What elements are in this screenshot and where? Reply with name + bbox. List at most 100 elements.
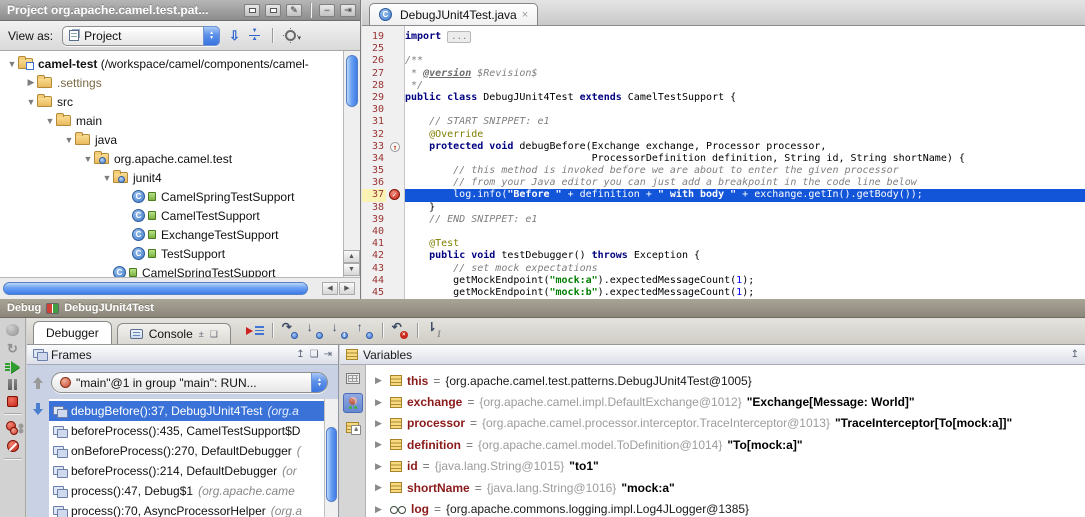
tree-expander-icon[interactable]: ▼ [82, 154, 94, 164]
expand-triangle-icon[interactable]: ▶ [375, 461, 385, 472]
dock-icon[interactable]: ⇥ [340, 4, 356, 17]
tree-item[interactable]: ▼main [0, 111, 343, 130]
expand-triangle-icon[interactable]: ▶ [375, 418, 385, 429]
previous-frame-button[interactable] [33, 377, 44, 390]
project-horizontal-scrollbar[interactable]: ◀ ▶ [0, 277, 360, 299]
code-line[interactable]: 27 * @version $Revision$ [362, 68, 1085, 80]
code-line[interactable]: 28 */ [362, 80, 1085, 92]
scroll-right-button[interactable]: ▶ [339, 282, 355, 295]
tree-item[interactable]: CCamelSpringTestSupport [0, 263, 343, 277]
pop-frame-button[interactable]: ↶× [389, 321, 411, 341]
tree-item[interactable]: ▼junit4 [0, 168, 343, 187]
tree-expander-icon[interactable]: ▼ [63, 135, 75, 145]
tree-item[interactable]: CExchangeTestSupport [0, 225, 343, 244]
scroll-left-button[interactable]: ◀ [322, 282, 338, 295]
tree-item[interactable]: ▼org.apache.camel.test [0, 149, 343, 168]
override-method-icon[interactable]: ↑ [390, 142, 400, 152]
minimize-icon[interactable]: – [319, 4, 335, 17]
next-frame-button[interactable] [33, 402, 44, 415]
frame-row[interactable]: process():47, Debug$1 (org.apache.came [49, 481, 324, 501]
rerun-button[interactable]: ↻ [7, 342, 18, 355]
stop-button[interactable] [7, 396, 18, 407]
view-breakpoints-button[interactable] [6, 420, 20, 434]
editor-body[interactable]: 19import ...2526/**27 * @version $Revisi… [362, 26, 1085, 299]
tree-item[interactable]: CTestSupport [0, 244, 343, 263]
editor-tab[interactable]: C DebugJUnit4Test.java × [369, 3, 538, 25]
code-line[interactable]: 38 } [362, 202, 1085, 214]
expand-triangle-icon[interactable]: ▶ [375, 375, 385, 386]
variable-row[interactable]: ▶this = {org.apache.camel.test.patterns.… [366, 370, 1085, 391]
scroll-thumb[interactable] [346, 55, 358, 107]
auto-variables-button[interactable] [346, 422, 359, 433]
close-tab-icon[interactable]: × [522, 9, 528, 21]
variable-row[interactable]: ▶exchange = {org.apache.camel.impl.Defau… [366, 391, 1085, 412]
tab-console[interactable]: Console ± ❏ [117, 323, 231, 344]
tree-expander-icon[interactable]: ▼ [25, 97, 37, 107]
step-into-button[interactable]: ↓ [304, 321, 326, 341]
tree-item[interactable]: CCamelSpringTestSupport [0, 187, 343, 206]
show-execution-point-button[interactable] [244, 321, 266, 341]
frame-row[interactable]: onBeforeProcess():270, DefaultDebugger ( [49, 441, 324, 461]
expand-triangle-icon[interactable]: ▶ [375, 482, 385, 493]
tree-item[interactable]: ▼src [0, 92, 343, 111]
tree-expander-icon[interactable]: ▼ [6, 59, 18, 69]
variable-row[interactable]: ▶id = {java.lang.String@1015}"to1" [366, 456, 1085, 477]
frames-scrollbar[interactable] [324, 399, 338, 517]
code-line[interactable]: 26/** [362, 55, 1085, 67]
cascade-windows-icon[interactable] [244, 4, 260, 17]
code-line[interactable]: 30 [362, 104, 1085, 116]
project-vertical-scrollbar[interactable]: ▲ ▼ [343, 51, 360, 277]
code-line[interactable]: 43 // set mock expectations [362, 263, 1085, 275]
tab-debugger[interactable]: Debugger [33, 321, 112, 344]
code-line[interactable]: 36 // from your Java editor you can just… [362, 177, 1085, 189]
code-line[interactable]: 32 @Override [362, 129, 1085, 141]
watches-button[interactable] [343, 393, 363, 413]
tree-item[interactable]: ▼camel-test (/workspace/camel/components… [0, 54, 343, 73]
code-line[interactable]: 39 // END SNIPPET: e1 [362, 214, 1085, 226]
force-step-into-button[interactable]: ↓! [329, 321, 351, 341]
settings-gear-icon[interactable] [285, 30, 296, 41]
scroll-up-button[interactable]: ▲ [343, 250, 360, 263]
scroll-thumb[interactable] [3, 282, 308, 295]
scroll-from-source-icon[interactable]: ⇩ [229, 31, 240, 41]
run-to-cursor-button[interactable]: ⇂I [424, 321, 446, 341]
step-over-button[interactable]: ↷ [279, 321, 301, 341]
expand-triangle-icon[interactable]: ▶ [375, 397, 385, 408]
thread-dropdown[interactable]: "main"@1 in group "main": RUN... ▲▼ [51, 372, 328, 393]
tree-expander-icon[interactable]: ▼ [101, 173, 113, 183]
dock-right-icon[interactable]: ⇥ [324, 349, 332, 360]
scroll-down-button[interactable]: ▼ [343, 263, 360, 276]
pin-icon[interactable]: ✎ [286, 4, 302, 17]
variable-row[interactable]: ▶processor = {org.apache.camel.processor… [366, 413, 1085, 434]
tree-expander-icon[interactable]: ▶ [25, 77, 37, 88]
code-line[interactable]: 29public class DebugJUnit4Test extends C… [362, 92, 1085, 104]
variable-row[interactable]: ▶log = {org.apache.commons.logging.impl.… [366, 498, 1085, 517]
step-out-button[interactable]: ↑ [354, 321, 376, 341]
tree-expander-icon[interactable]: ▼ [44, 116, 56, 126]
code-line[interactable]: 37✓ log.info("Before " + definition + " … [362, 189, 1085, 201]
view-as-dropdown[interactable]: Project ▲▼ [62, 26, 220, 46]
expand-triangle-icon[interactable]: ▶ [375, 504, 385, 515]
code-line[interactable]: 19import ... [362, 31, 1085, 43]
resume-button[interactable] [5, 361, 20, 373]
frame-row[interactable]: process():70, AsyncProcessorHelper (org.… [49, 501, 324, 517]
export-icon[interactable]: ± [199, 329, 204, 339]
variable-row[interactable]: ▶shortName = {java.lang.String@1016}"moc… [366, 477, 1085, 498]
project-titlebar[interactable]: Project org.apache.camel.test.pat... ✎ –… [0, 0, 360, 21]
tree-item[interactable]: ▼java [0, 130, 343, 149]
frame-row[interactable]: beforeProcess():435, CamelTestSupport$D [49, 421, 324, 441]
editor-code[interactable]: 19import ...2526/**27 * @version $Revisi… [362, 26, 1085, 299]
breakpoint-icon[interactable]: ✓ [389, 189, 400, 200]
expand-triangle-icon[interactable]: ▶ [375, 439, 385, 450]
open-in-window-icon[interactable]: ❏ [210, 329, 218, 340]
scroll-to-top-icon[interactable]: ↥ [296, 349, 304, 360]
debug-titlebar[interactable]: Debug DebugJUnit4Test [0, 299, 1085, 318]
code-line[interactable]: 42 public void testDebugger() throws Exc… [362, 250, 1085, 262]
mute-breakpoints-button[interactable] [7, 440, 19, 452]
scroll-thumb[interactable] [326, 427, 337, 502]
code-line[interactable]: 40 [362, 226, 1085, 238]
pause-button[interactable] [8, 379, 17, 390]
scroll-to-top-icon[interactable]: ↥ [1071, 349, 1079, 360]
code-line[interactable]: 44 getMockEndpoint("mock:a").expectedMes… [362, 275, 1085, 287]
code-line[interactable]: 34 ProcessorDefinition definition, Strin… [362, 153, 1085, 165]
